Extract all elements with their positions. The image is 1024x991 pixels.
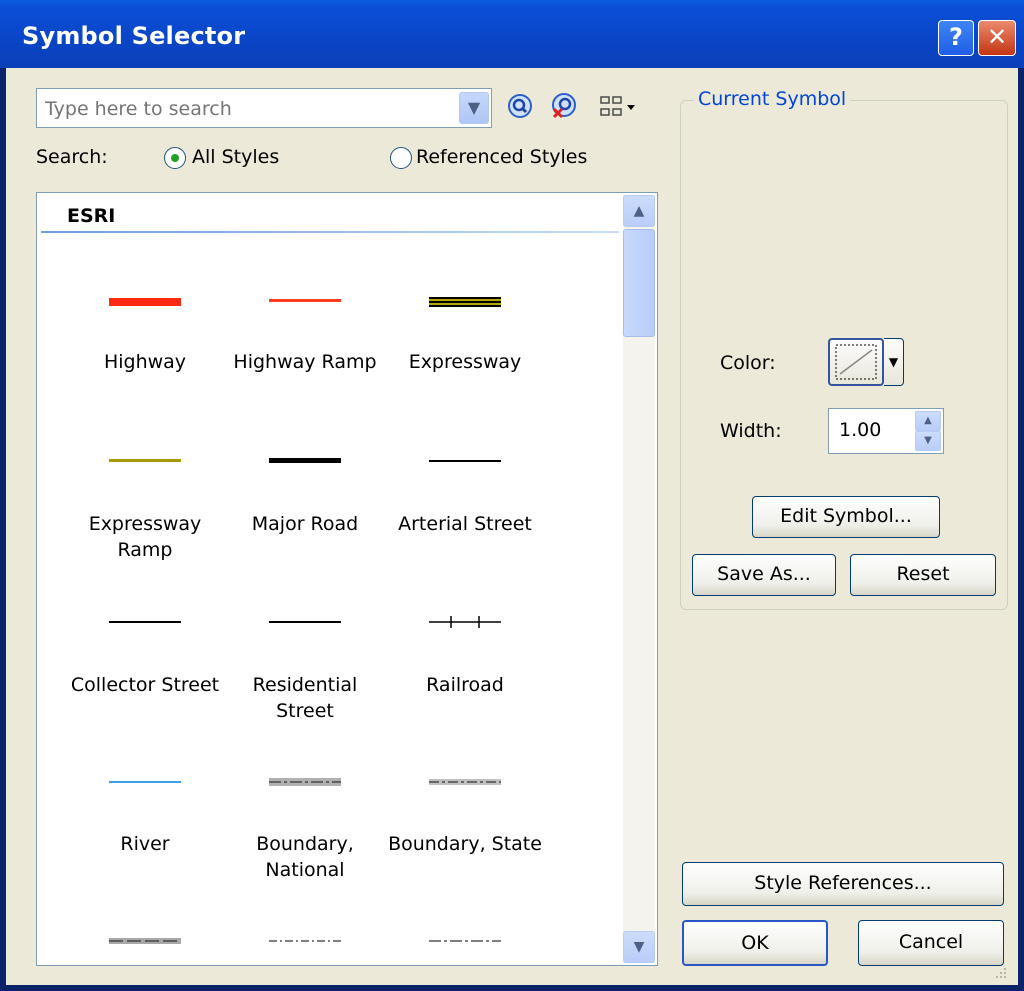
boundary-swatch[interactable] (107, 935, 183, 947)
symbol-list[interactable]: ESRI Highway Highway Ramp Expressway Exp… (36, 192, 658, 966)
expressway-ramp-swatch[interactable] (109, 459, 181, 462)
symbol-label[interactable]: Highway (65, 349, 225, 375)
search-combo[interactable]: ▼ (36, 88, 492, 128)
search-input[interactable] (43, 95, 447, 123)
residential-street-swatch[interactable] (269, 621, 341, 623)
color-dropdown-arrow[interactable]: ▼ (884, 338, 904, 386)
width-down-button[interactable]: ▼ (915, 431, 941, 451)
symbol-label[interactable]: Expressway Ramp (65, 511, 225, 563)
symbol-label[interactable]: Residential Street (225, 672, 385, 724)
symbol-label[interactable]: Major Road (225, 511, 385, 537)
all-styles-label[interactable]: All Styles (192, 146, 279, 168)
edit-symbol-button[interactable]: Edit Symbol... (752, 496, 940, 538)
river-swatch[interactable] (109, 781, 181, 783)
symbol-label[interactable]: Highway Ramp (225, 349, 385, 375)
symbol-label[interactable]: River (65, 831, 225, 857)
color-label: Color: (720, 352, 776, 374)
width-value[interactable]: 1.00 (839, 419, 881, 441)
cancel-button[interactable]: Cancel (858, 920, 1004, 966)
width-spinner[interactable]: 1.00 ▲ ▼ (828, 408, 944, 454)
highway-swatch[interactable] (109, 298, 181, 306)
current-symbol-title: Current Symbol (694, 88, 851, 110)
width-up-button[interactable]: ▲ (915, 411, 941, 431)
collector-street-swatch[interactable] (109, 621, 181, 623)
resize-grip-icon[interactable] (990, 966, 1008, 984)
search-scope-label: Search: (36, 146, 108, 168)
title-bar[interactable]: Symbol Selector ? ✕ (0, 0, 1024, 68)
window-title: Symbol Selector (22, 22, 246, 50)
symbol-label[interactable]: Boundary, National (225, 831, 385, 883)
reset-button[interactable]: Reset (850, 554, 996, 596)
symbol-label[interactable]: Expressway (385, 349, 545, 375)
symbol-label[interactable]: Collector Street (65, 672, 225, 698)
symbol-label[interactable]: Arterial Street (385, 511, 545, 537)
clear-search-icon[interactable] (550, 92, 580, 122)
referenced-styles-label[interactable]: Referenced Styles (416, 146, 587, 168)
save-as-button[interactable]: Save As... (692, 554, 836, 596)
arterial-street-swatch[interactable] (429, 460, 501, 462)
color-picker-button[interactable] (828, 338, 884, 386)
width-label: Width: (720, 420, 782, 442)
help-button[interactable]: ? (938, 20, 974, 56)
scroll-down-button[interactable]: ▼ (623, 931, 655, 963)
boundary-state-swatch[interactable] (427, 775, 503, 789)
ok-button[interactable]: OK (682, 920, 828, 966)
referenced-styles-radio[interactable] (390, 147, 412, 169)
boundary-swatch[interactable] (427, 935, 503, 947)
major-road-swatch[interactable] (269, 458, 341, 463)
all-styles-radio[interactable] (164, 147, 186, 169)
style-group-header: ESRI (67, 205, 116, 227)
group-divider (41, 231, 619, 233)
expressway-swatch[interactable] (429, 297, 501, 307)
symbol-label[interactable]: Boundary, State (385, 831, 545, 857)
boundary-swatch[interactable] (267, 935, 343, 947)
line-preview-icon (835, 344, 877, 380)
view-options-icon[interactable] (598, 92, 638, 122)
search-icon[interactable] (506, 92, 536, 122)
symbol-selector-window: Symbol Selector ? ✕ ▼ Search: All Styles… (0, 0, 1024, 991)
scroll-thumb[interactable] (623, 229, 655, 337)
highway-ramp-swatch[interactable] (269, 299, 341, 302)
style-references-button[interactable]: Style References... (682, 862, 1004, 906)
symbol-label[interactable]: Railroad (385, 672, 545, 698)
search-dropdown-arrow[interactable]: ▼ (459, 92, 489, 124)
close-button[interactable]: ✕ (978, 20, 1016, 56)
railroad-swatch[interactable] (427, 613, 503, 631)
boundary-national-swatch[interactable] (267, 775, 343, 789)
list-scrollbar[interactable]: ▲ ▼ (623, 195, 655, 963)
scroll-up-button[interactable]: ▲ (623, 195, 655, 227)
